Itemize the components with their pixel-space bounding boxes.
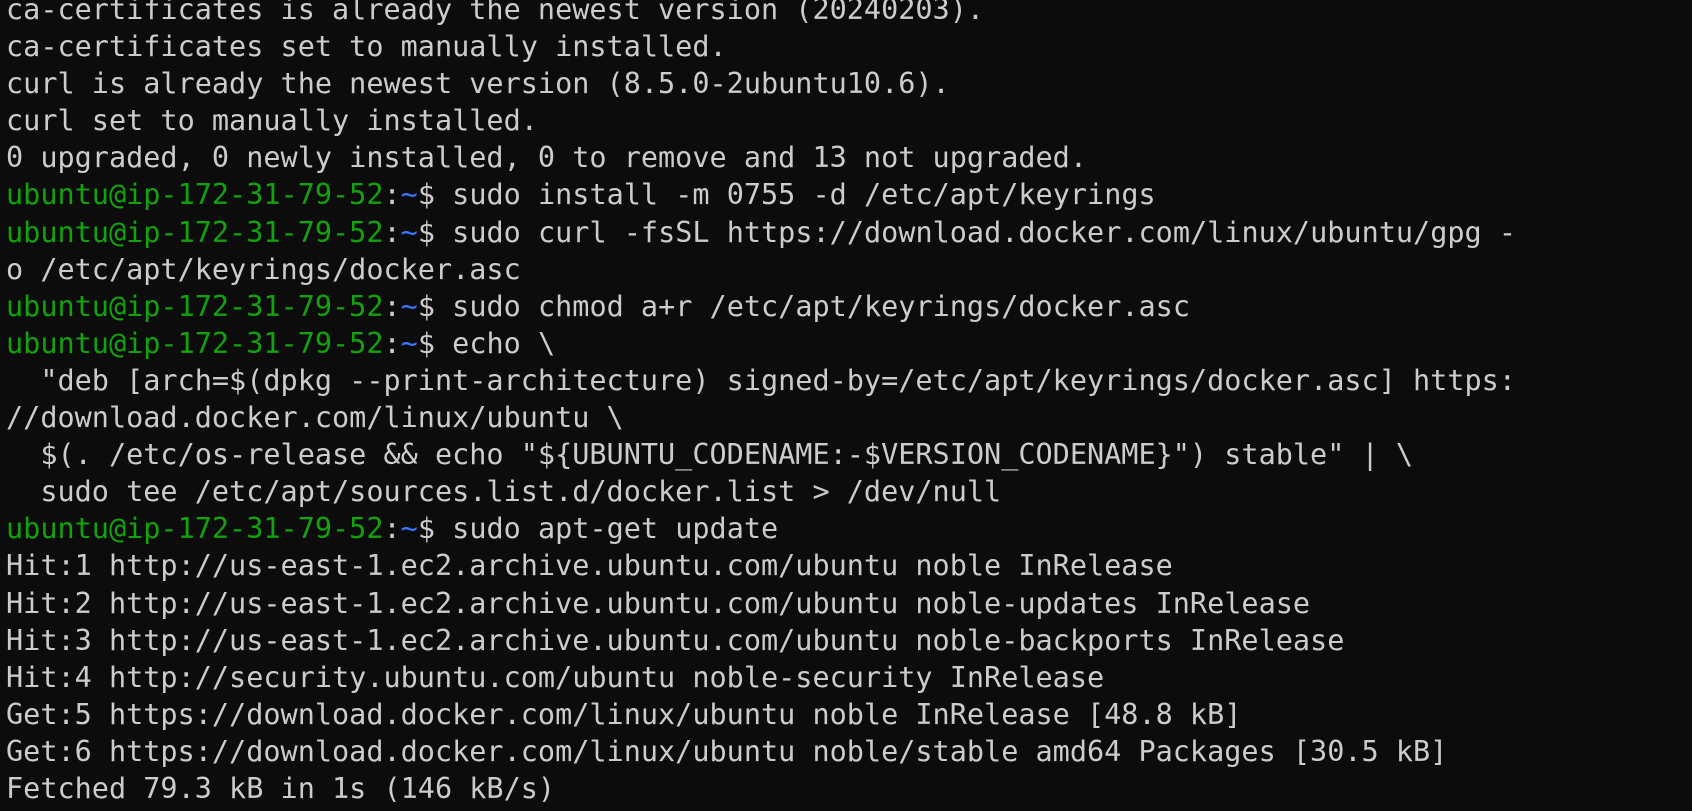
terminal-window[interactable]: ca-certificates is already the newest ve… (0, 0, 1692, 811)
output-line: Get:6 https://download.docker.com/linux/… (6, 734, 1448, 768)
command-text: sudo install -m 0755 -d /etc/apt/keyring… (452, 178, 1156, 212)
command-text: sudo curl -fsSL https://download.docker.… (452, 215, 1516, 249)
output-line: curl is already the newest version (8.5.… (6, 67, 950, 101)
prompt-path: ~ (400, 178, 418, 212)
output-line: Hit:4 http://security.ubuntu.com/ubuntu … (6, 660, 1105, 694)
output-line: ca-certificates is already the newest ve… (6, 0, 985, 26)
prompt-user-host: ubuntu@ip-172-31-79-52 (6, 512, 384, 546)
output-line: $(. /etc/os-release && echo "${UBUNTU_CO… (6, 438, 1413, 472)
output-line: Hit:3 http://us-east-1.ec2.archive.ubunt… (6, 623, 1345, 657)
output-line: Fetched 79.3 kB in 1s (146 kB/s) (6, 771, 556, 805)
prompt-symbol: $ (417, 289, 453, 323)
prompt-user-host: ubuntu@ip-172-31-79-52 (6, 326, 384, 360)
output-line: ca-certificates set to manually installe… (6, 30, 727, 64)
prompt-line: ubuntu@ip-172-31-79-52:~$ sudo apt-get u… (6, 510, 1692, 547)
command-text: sudo apt-get update (452, 512, 779, 546)
prompt-line: ubuntu@ip-172-31-79-52:~$ sudo curl -fsS… (6, 214, 1692, 251)
prompt-symbol: $ (417, 215, 453, 249)
output-line: Hit:2 http://us-east-1.ec2.archive.ubunt… (6, 586, 1311, 620)
prompt-separator: : (383, 326, 401, 360)
output-line: "deb [arch=$(dpkg --print-architecture) … (6, 363, 1516, 397)
prompt-symbol: $ (417, 512, 453, 546)
prompt-symbol: $ (417, 326, 453, 360)
output-line: o /etc/apt/keyrings/docker.asc (6, 252, 521, 286)
output-line: 0 upgraded, 0 newly installed, 0 to remo… (6, 141, 1087, 175)
prompt-line: ubuntu@ip-172-31-79-52:~$ sudo chmod a+r… (6, 288, 1692, 325)
prompt-separator: : (383, 178, 401, 212)
prompt-separator: : (383, 215, 401, 249)
command-text: echo \ (452, 326, 556, 360)
prompt-line: ubuntu@ip-172-31-79-52:~$ echo \ (6, 325, 1692, 362)
output-line: sudo tee /etc/apt/sources.list.d/docker.… (6, 475, 1002, 509)
output-line: Hit:1 http://us-east-1.ec2.archive.ubunt… (6, 549, 1173, 583)
output-line: Get:5 https://download.docker.com/linux/… (6, 697, 1242, 731)
prompt-user-host: ubuntu@ip-172-31-79-52 (6, 178, 384, 212)
prompt-user-host: ubuntu@ip-172-31-79-52 (6, 289, 384, 323)
prompt-separator: : (383, 289, 401, 323)
prompt-path: ~ (400, 512, 418, 546)
output-line: curl set to manually installed. (6, 104, 538, 138)
prompt-separator: : (383, 512, 401, 546)
prompt-path: ~ (400, 289, 418, 323)
prompt-user-host: ubuntu@ip-172-31-79-52 (6, 215, 384, 249)
prompt-path: ~ (400, 215, 418, 249)
terminal-output: ca-certificates is already the newest ve… (6, 0, 1692, 807)
prompt-path: ~ (400, 326, 418, 360)
prompt-symbol: $ (417, 178, 453, 212)
output-line: //download.docker.com/linux/ubuntu \ (6, 401, 624, 435)
command-text: sudo chmod a+r /etc/apt/keyrings/docker.… (452, 289, 1190, 323)
prompt-line: ubuntu@ip-172-31-79-52:~$ sudo install -… (6, 176, 1692, 213)
